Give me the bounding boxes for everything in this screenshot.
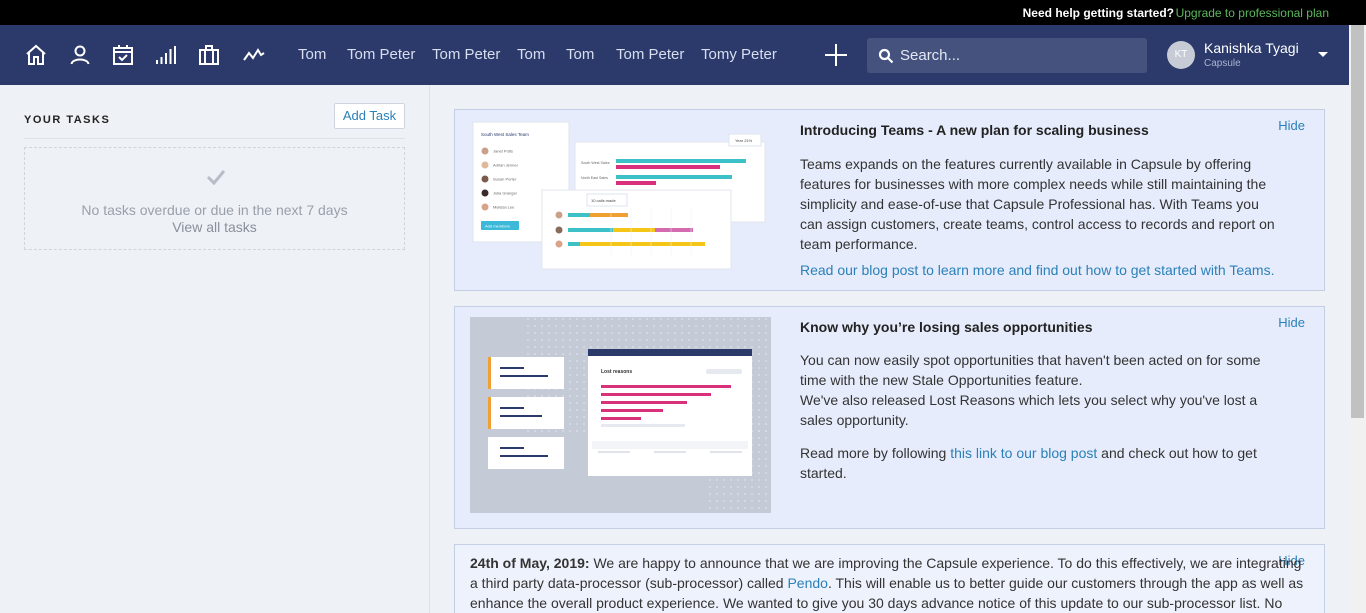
avatar[interactable]: KT: [1167, 41, 1195, 69]
teams-illustration: South West Sales Team Janet Potts Adrian…: [472, 121, 766, 270]
card-body: You can now easily spot opportunities th…: [800, 352, 1261, 388]
illus-row-label: South West Sales: [581, 161, 610, 165]
illus-member: Susan Porter: [493, 177, 517, 182]
main-nav: Tom Tom Peter Tom Peter Tom Tom Tom Pete…: [0, 25, 1349, 85]
divider: [24, 138, 405, 139]
lost-opportunities-card: Lost reasons Hide Know why you’re losing…: [454, 306, 1325, 529]
card-link-paragraph: Read our blog post to learn more and fin…: [800, 260, 1280, 280]
check-icon: [205, 166, 227, 188]
recent-link[interactable]: Tomy Peter: [701, 46, 777, 63]
search-box[interactable]: [867, 38, 1147, 73]
update-date: 24th of May, 2019:: [470, 555, 590, 571]
hide-link[interactable]: Hide: [1278, 315, 1305, 330]
tasks-empty-state: No tasks overdue or due in the next 7 da…: [24, 147, 405, 250]
illus-member: Adrian Jenner: [493, 163, 519, 168]
bar-chart-icon[interactable]: [154, 43, 178, 67]
user-company: Capsule: [1204, 58, 1241, 69]
scrollbar-thumb[interactable]: [1351, 25, 1364, 418]
add-icon[interactable]: [825, 44, 847, 66]
search-input[interactable]: [900, 44, 1140, 66]
calendar-icon[interactable]: [111, 43, 135, 67]
recent-link[interactable]: Tom: [517, 46, 545, 63]
recent-link[interactable]: Tom: [298, 46, 326, 63]
illus-row-label: North East Sales: [581, 176, 608, 180]
recent-link[interactable]: Tom Peter: [432, 46, 500, 63]
search-icon: [878, 48, 894, 64]
user-name[interactable]: Kanishka Tyagi: [1204, 40, 1299, 56]
chevron-down-icon[interactable]: [1318, 52, 1328, 57]
text: Read more by following: [800, 445, 951, 461]
upgrade-link[interactable]: Upgrade to professional plan: [1176, 6, 1329, 20]
home-icon[interactable]: [24, 43, 48, 67]
tasks-title: YOUR TASKS: [24, 114, 111, 126]
card-title: Introducing Teams - A new plan for scali…: [800, 122, 1149, 138]
recent-link[interactable]: Tom: [566, 46, 594, 63]
help-text[interactable]: Need help getting started?: [1023, 6, 1174, 20]
privacy-update-card: Hide 24th of May, 2019: We are happy to …: [454, 544, 1325, 613]
blog-post-link[interactable]: this link to our blog post: [950, 445, 1097, 461]
person-icon[interactable]: [68, 43, 92, 67]
illus-calls-label: 10 calls made: [591, 198, 616, 203]
pendo-link[interactable]: Pendo: [787, 575, 827, 591]
empty-message: No tasks overdue or due in the next 7 da…: [81, 202, 348, 218]
card-body: Read more by following this link to our …: [800, 443, 1280, 483]
card-title: Know why you’re losing sales opportuniti…: [800, 319, 1093, 335]
blog-post-link[interactable]: Read our blog post to learn more and fin…: [800, 262, 1274, 278]
tasks-sidebar: YOUR TASKS Add Task No tasks overdue or …: [0, 85, 430, 613]
illus-add-members: Add members: [485, 224, 510, 229]
view-all-tasks-link[interactable]: View all tasks: [25, 219, 404, 235]
lost-reasons-illustration: Lost reasons: [470, 317, 771, 513]
illus-member: Melissa Lee: [493, 205, 515, 210]
illus-badge: Year 21%: [735, 138, 753, 143]
teams-announcement-card: South West Sales Team Janet Potts Adrian…: [454, 109, 1325, 291]
illus-panel-title: Lost reasons: [601, 369, 632, 375]
hide-link[interactable]: Hide: [1278, 118, 1305, 133]
recent-link[interactable]: Tom Peter: [616, 46, 684, 63]
illus-team-title: South West Sales Team: [481, 132, 529, 137]
illus-member: Julia Granger: [493, 191, 518, 196]
card-body: Teams expands on the features currently …: [800, 156, 1275, 252]
top-announcement-bar: Need help getting started? Upgrade to pr…: [0, 0, 1366, 25]
card-body: We've also released Lost Reasons which l…: [800, 392, 1258, 428]
recent-link[interactable]: Tom Peter: [347, 46, 415, 63]
briefcase-icon[interactable]: [197, 43, 221, 67]
scrollbar[interactable]: [1349, 25, 1366, 613]
activity-icon[interactable]: [242, 43, 266, 67]
card-body: 24th of May, 2019: We are happy to annou…: [470, 553, 1310, 613]
add-task-button[interactable]: Add Task: [334, 103, 405, 129]
illus-member: Janet Potts: [493, 149, 513, 154]
